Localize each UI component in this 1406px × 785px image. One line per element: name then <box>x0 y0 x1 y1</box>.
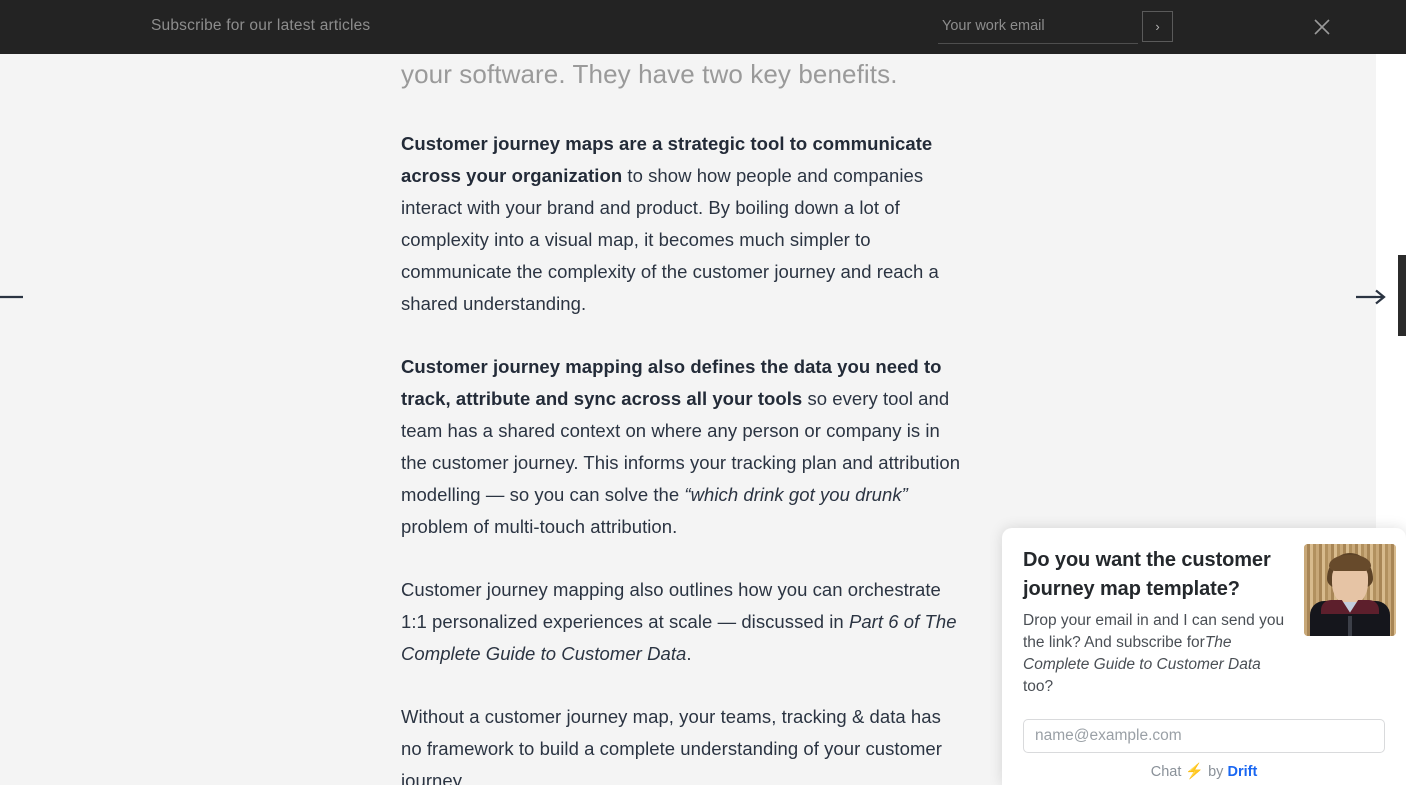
arrow-left-icon <box>0 295 23 299</box>
article-paragraph-3: Customer journey mapping also outlines h… <box>401 543 963 670</box>
page-root: your software. They have two key benefit… <box>0 0 1406 785</box>
drift-footer-by-label: by <box>1208 764 1224 780</box>
drift-brand-link[interactable]: Drift <box>1227 764 1257 780</box>
article-paragraph-2: Customer journey mapping also defines th… <box>401 320 963 543</box>
next-article-arrow[interactable] <box>1355 286 1389 308</box>
article-paragraph-4: Without a customer journey map, your tea… <box>401 670 963 785</box>
close-icon <box>1314 19 1330 35</box>
subscribe-form: › <box>938 11 1174 44</box>
lightning-bolt-icon: ⚡ <box>1185 763 1205 780</box>
page-scrollbar-thumb[interactable] <box>1398 255 1406 336</box>
drift-message-tail: too? <box>1023 678 1054 695</box>
paragraph-4-lead: Without a customer journey map, your tea… <box>401 706 942 785</box>
arrow-right-icon <box>1356 289 1386 305</box>
drift-email-field-wrap <box>1023 719 1385 753</box>
drift-widget-footer: Chat ⚡ by Drift <box>1002 762 1406 780</box>
article-content: your software. They have two key benefit… <box>401 54 963 785</box>
subscribe-bar: Subscribe for our latest articles › <box>0 0 1406 54</box>
article-lede: your software. They have two key benefit… <box>401 59 898 89</box>
drift-widget-message: Drop your email in and I can send you th… <box>1023 610 1291 698</box>
article-paragraph-1: Customer journey maps are a strategic to… <box>401 93 963 320</box>
subscribe-submit-button[interactable]: › <box>1142 11 1173 42</box>
subscribe-bar-close-button[interactable] <box>1308 13 1336 41</box>
prev-article-arrow[interactable] <box>0 286 24 308</box>
drift-widget-body: Do you want the customer journey map tem… <box>1002 528 1406 698</box>
avatar <box>1304 544 1396 636</box>
paragraph-1-rest: to show how people and companies interac… <box>401 165 939 314</box>
paragraph-2-italic: “which drink got you drunk” <box>684 484 908 505</box>
subscribe-email-input[interactable] <box>938 11 1138 44</box>
avatar-fringe <box>1329 555 1371 571</box>
paragraph-2-tail: problem of multi-touch attribution. <box>401 516 678 537</box>
drift-widget-heading: Do you want the customer journey map tem… <box>1023 549 1271 600</box>
avatar-zipper <box>1348 616 1352 636</box>
drift-footer-chat-label: Chat <box>1150 764 1182 780</box>
paragraph-3-tail: . <box>686 643 692 664</box>
drift-message-lead: Drop your email in and I can send you th… <box>1023 612 1285 651</box>
drift-email-input[interactable] <box>1023 719 1385 753</box>
drift-chat-widget[interactable]: Do you want the customer journey map tem… <box>1002 528 1406 785</box>
subscribe-bar-title: Subscribe for our latest articles <box>151 17 371 34</box>
